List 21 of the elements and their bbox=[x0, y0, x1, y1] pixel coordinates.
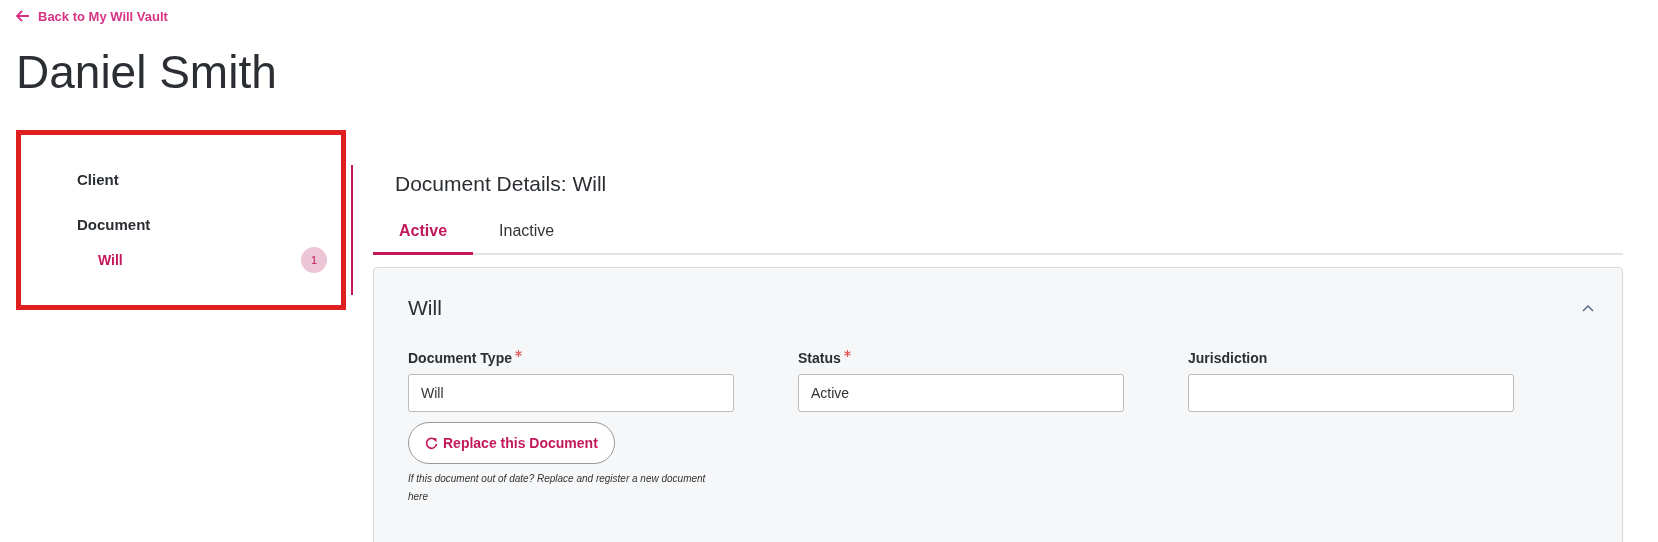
tab[interactable]: Inactive bbox=[473, 212, 581, 255]
tab[interactable]: Active bbox=[373, 212, 474, 255]
help-text: If this document out of date? Replace and register a new document here bbox=[408, 472, 707, 504]
chevron-icon[interactable] bbox=[1582, 304, 1594, 312]
refresh-icon bbox=[425, 436, 438, 450]
sidebar-item[interactable]: Client bbox=[77, 171, 341, 188]
back-link[interactable]: Back to My Will Vault bbox=[16, 8, 168, 24]
field-label: Document Type bbox=[408, 350, 512, 366]
input-field[interactable] bbox=[1188, 374, 1514, 412]
count-badge: 1 bbox=[301, 247, 327, 273]
arrow-left-icon bbox=[16, 10, 30, 22]
field-label: Jurisdiction bbox=[1188, 350, 1268, 366]
sidebar-subitem[interactable]: Will bbox=[98, 252, 123, 268]
card-title: Will bbox=[408, 296, 442, 320]
replace-button[interactable]: Replace this Document bbox=[408, 422, 615, 464]
section-heading: Document Details: Will bbox=[395, 172, 608, 196]
field-label: Status bbox=[798, 350, 841, 366]
sidebar-item[interactable]: Document bbox=[77, 216, 341, 233]
page-title: Daniel Smith bbox=[16, 45, 278, 100]
input-field[interactable]: Active bbox=[798, 374, 1124, 412]
input-field[interactable]: Will bbox=[408, 374, 734, 412]
